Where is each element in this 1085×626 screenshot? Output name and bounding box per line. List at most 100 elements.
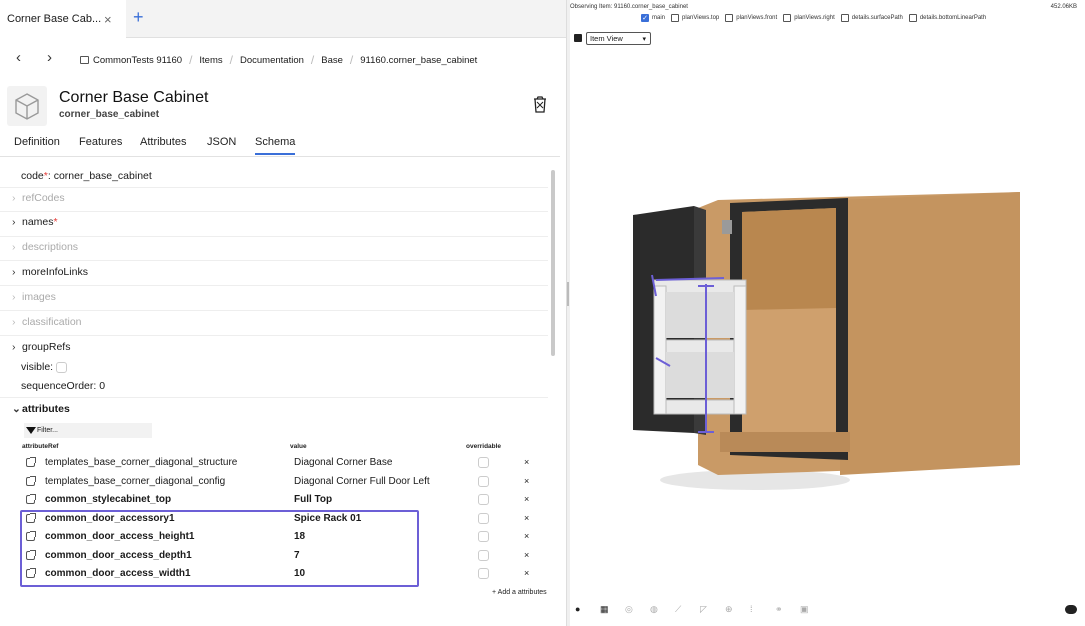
breadcrumb-item[interactable]: 91160.corner_base_cabinet — [360, 55, 477, 66]
tab-attributes[interactable]: Attributes — [140, 136, 186, 148]
overridable-checkbox[interactable] — [478, 512, 489, 524]
delete-item-icon[interactable] — [532, 96, 548, 114]
delete-row-button[interactable]: × — [524, 550, 529, 560]
toggle-checkbox[interactable] — [908, 14, 917, 22]
open-external-icon[interactable] — [26, 475, 36, 486]
attribute-ref[interactable]: common_stylecabinet_top — [45, 494, 171, 505]
delete-row-button[interactable]: × — [524, 531, 529, 541]
dots-icon[interactable]: ⁞ — [750, 605, 759, 614]
toggle-checkbox[interactable] — [840, 14, 849, 22]
attributes-section[interactable]: ⌄attributes — [0, 403, 548, 419]
table-row[interactable]: common_stylecabinet_top Full Top × — [20, 491, 546, 510]
attribute-value[interactable]: 10 — [294, 568, 305, 579]
delete-row-button[interactable]: × — [524, 494, 529, 504]
open-external-icon[interactable] — [26, 568, 36, 578]
delete-row-button[interactable]: × — [524, 568, 529, 578]
attribute-value[interactable]: Diagonal Corner Base — [294, 457, 392, 468]
toggle-checkbox[interactable] — [671, 14, 680, 22]
document-tab[interactable]: Corner Base Cab... × — [0, 0, 126, 38]
measure-icon[interactable]: ◸ — [700, 605, 709, 614]
tab-schema[interactable]: Schema — [255, 136, 296, 155]
overridable-checkbox[interactable] — [478, 457, 489, 468]
tab-definition[interactable]: Definition — [14, 136, 60, 148]
tab-json[interactable]: JSON — [207, 136, 236, 148]
view-toggle[interactable]: ✓ main — [641, 14, 665, 22]
breadcrumb-item[interactable]: Documentation — [240, 55, 304, 66]
new-tab-button[interactable]: + — [133, 7, 144, 28]
table-row[interactable]: templates_base_corner_diagonal_structure… — [20, 454, 546, 473]
toggle-checkbox[interactable] — [725, 14, 734, 22]
descriptions-section[interactable]: › descriptions — [0, 241, 548, 261]
toggle-checkbox[interactable] — [783, 14, 792, 22]
add-attribute-button[interactable]: + Add a attributes — [492, 589, 547, 596]
classification-section[interactable]: › classification — [0, 316, 548, 336]
delete-row-button[interactable]: × — [524, 457, 529, 467]
sequence-order-value[interactable]: 0 — [99, 380, 105, 392]
breadcrumb-item[interactable]: Base — [321, 55, 343, 66]
overridable-checkbox[interactable] — [478, 549, 489, 561]
delete-row-button[interactable]: × — [524, 513, 529, 523]
splitter-grip[interactable] — [567, 282, 569, 306]
attribute-value[interactable]: Diagonal Corner Full Door Left — [294, 476, 430, 487]
overridable-checkbox[interactable] — [478, 568, 489, 579]
table-row[interactable]: common_door_accessory1 Spice Rack 01 × — [20, 510, 546, 529]
images-section[interactable]: › images — [0, 291, 548, 311]
overridable-checkbox[interactable] — [478, 475, 489, 487]
open-external-icon[interactable] — [26, 494, 36, 504]
open-external-icon[interactable] — [26, 549, 36, 560]
view-toggle[interactable]: planViews.top — [671, 14, 719, 22]
screenshot-icon[interactable]: ▣ — [800, 605, 809, 614]
cube-outline-icon[interactable]: ◍ — [650, 605, 659, 614]
overridable-checkbox[interactable] — [478, 494, 489, 505]
visible-checkbox[interactable] — [56, 361, 68, 373]
attributes-filter-input[interactable]: Filter... — [24, 423, 152, 438]
moreinfolinks-section[interactable]: › moreInfoLinks — [0, 266, 548, 286]
target-icon[interactable]: ⊕ — [725, 605, 734, 614]
brush-icon[interactable]: ⟋ — [675, 605, 684, 614]
forward-arrow-icon[interactable]: › — [47, 49, 52, 66]
grid-icon[interactable]: ▦ — [600, 605, 609, 614]
grouprefs-section[interactable]: › groupRefs — [0, 341, 548, 359]
delete-row-button[interactable]: × — [524, 476, 529, 486]
breadcrumb-item[interactable]: Items — [199, 55, 222, 66]
attribute-ref[interactable]: common_door_accessory1 — [45, 513, 175, 524]
view-toggle[interactable]: details.surfacePath — [840, 14, 903, 22]
back-arrow-icon[interactable]: ‹ — [16, 49, 21, 66]
refcodes-section[interactable]: › refCodes — [0, 192, 548, 212]
attribute-ref[interactable]: templates_base_corner_diagonal_config — [45, 476, 225, 487]
attribute-value[interactable]: 7 — [294, 550, 300, 561]
cloud-download-icon[interactable] — [1065, 605, 1077, 614]
breadcrumb-item[interactable]: CommonTests 91160 — [93, 55, 182, 66]
attribute-ref[interactable]: common_door_access_height1 — [45, 531, 195, 542]
schema-scrollbar[interactable] — [551, 170, 555, 356]
table-row[interactable]: common_door_access_depth1 7 × — [20, 547, 546, 566]
nodes-icon[interactable]: ⚭ — [775, 605, 784, 614]
table-row[interactable]: common_door_access_height1 18 × — [20, 528, 546, 547]
code-value[interactable]: corner_base_cabinet — [54, 170, 152, 182]
table-row[interactable]: common_door_access_width1 10 × — [20, 565, 546, 584]
close-icon[interactable]: × — [104, 12, 112, 27]
tab-features[interactable]: Features — [79, 136, 122, 148]
view-mode-select[interactable]: Item View ▾ — [586, 32, 651, 45]
open-external-icon[interactable] — [26, 512, 36, 523]
attribute-value[interactable]: Full Top — [294, 494, 332, 505]
attribute-ref[interactable]: common_door_access_depth1 — [45, 550, 192, 561]
attribute-value[interactable]: 18 — [294, 531, 305, 542]
document-tab-title: Corner Base Cab... — [7, 13, 102, 25]
memory-usage: 452.06KB — [1050, 4, 1077, 10]
names-section[interactable]: › names* — [0, 216, 548, 237]
view-toggle[interactable]: planViews.front — [725, 14, 777, 22]
view-toggle[interactable]: details.bottomLinearPath — [908, 14, 986, 22]
toggle-checkbox[interactable]: ✓ — [641, 14, 649, 22]
attribute-ref[interactable]: templates_base_corner_diagonal_structure — [45, 457, 237, 468]
3d-viewport[interactable] — [570, 60, 1085, 600]
open-external-icon[interactable] — [26, 457, 36, 467]
attribute-value[interactable]: Spice Rack 01 — [294, 513, 361, 524]
table-row[interactable]: templates_base_corner_diagonal_config Dia… — [20, 473, 546, 492]
palette-icon[interactable]: ● — [575, 605, 584, 614]
attribute-ref[interactable]: common_door_access_width1 — [45, 568, 191, 579]
open-external-icon[interactable] — [26, 531, 36, 541]
overridable-checkbox[interactable] — [478, 531, 489, 542]
compass-icon[interactable]: ◎ — [625, 605, 634, 614]
view-toggle[interactable]: planViews.right — [783, 14, 835, 22]
